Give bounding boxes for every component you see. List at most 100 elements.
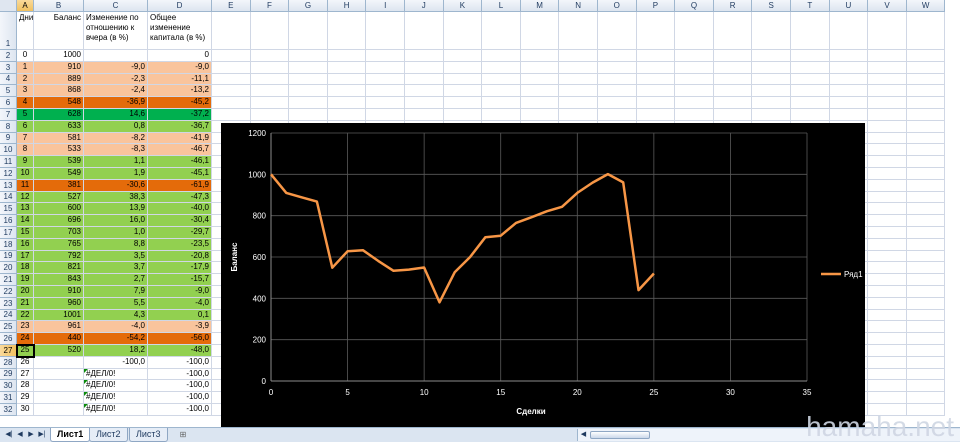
- grid-cell[interactable]: [289, 73, 328, 86]
- first-sheet-icon[interactable]: ◀|: [4, 430, 14, 440]
- grid-cell[interactable]: [868, 12, 907, 50]
- grid-cell[interactable]: [405, 85, 444, 98]
- grid-cell[interactable]: [250, 109, 290, 121]
- row-header[interactable]: 3: [0, 61, 17, 74]
- balance-cell[interactable]: 703: [34, 227, 84, 239]
- grid-cell[interactable]: [868, 191, 907, 204]
- row-header[interactable]: 1: [0, 12, 17, 50]
- grid-cell[interactable]: [829, 12, 869, 50]
- total-change-cell[interactable]: -46,1: [148, 156, 212, 168]
- balance-cell[interactable]: [34, 368, 84, 381]
- day-cell[interactable]: 7: [17, 132, 34, 145]
- total-change-cell[interactable]: -36,7: [148, 120, 212, 133]
- day-cell[interactable]: 4: [17, 97, 34, 109]
- last-sheet-icon[interactable]: ▶|: [37, 430, 47, 440]
- sheet-tab-1[interactable]: Лист1: [50, 428, 91, 442]
- grid-cell[interactable]: [366, 97, 405, 109]
- column-header-a[interactable]: A: [17, 0, 34, 12]
- total-change-cell[interactable]: -100,0: [148, 404, 212, 416]
- grid-cell[interactable]: [906, 356, 946, 369]
- total-change-cell[interactable]: -20,8: [148, 250, 212, 263]
- grid-cell[interactable]: [598, 73, 637, 86]
- grid-cell[interactable]: [212, 97, 251, 109]
- balance-cell[interactable]: 581: [34, 132, 84, 145]
- balance-cell[interactable]: 889: [34, 73, 84, 86]
- grid-cell[interactable]: [636, 97, 676, 109]
- grid-cell[interactable]: [212, 12, 251, 50]
- grid-cell[interactable]: [868, 73, 907, 86]
- grid-cell[interactable]: [752, 85, 791, 98]
- grid-cell[interactable]: [829, 109, 869, 121]
- daily-change-cell[interactable]: 14,6: [84, 109, 148, 121]
- grid-cell[interactable]: [250, 85, 290, 98]
- grid-cell[interactable]: [906, 61, 946, 74]
- grid-cell[interactable]: [327, 73, 367, 86]
- grid-cell[interactable]: [791, 12, 830, 50]
- grid-cell[interactable]: [598, 12, 637, 50]
- balance-cell[interactable]: 600: [34, 203, 84, 216]
- grid-cell[interactable]: [559, 50, 598, 62]
- row-header[interactable]: 27: [0, 345, 17, 357]
- grid-cell[interactable]: [289, 85, 328, 98]
- grid-cell[interactable]: [906, 321, 946, 334]
- grid-cell[interactable]: [366, 50, 405, 62]
- total-change-cell[interactable]: -40,0: [148, 203, 212, 216]
- balance-cell[interactable]: [34, 356, 84, 369]
- grid-cell[interactable]: [906, 392, 946, 404]
- grid-cell[interactable]: [559, 12, 598, 50]
- daily-change-cell[interactable]: #ДЕЛ/0!: [84, 404, 148, 416]
- grid-cell[interactable]: [868, 120, 907, 133]
- day-cell[interactable]: 6: [17, 120, 34, 133]
- balance-cell[interactable]: 1000: [34, 50, 84, 62]
- grid-cell[interactable]: [868, 156, 907, 168]
- total-change-cell[interactable]: -100,0: [148, 356, 212, 369]
- daily-change-cell[interactable]: -2,3: [84, 73, 148, 86]
- day-cell[interactable]: 27: [17, 368, 34, 381]
- total-change-cell[interactable]: -56,0: [148, 333, 212, 345]
- total-change-cell[interactable]: -23,5: [148, 238, 212, 251]
- grid-cell[interactable]: [675, 109, 714, 121]
- grid-cell[interactable]: [868, 132, 907, 145]
- grid-cell[interactable]: [289, 12, 328, 50]
- grid-cell[interactable]: [713, 61, 753, 74]
- grid-cell[interactable]: [520, 61, 560, 74]
- total-change-cell[interactable]: -11,1: [148, 73, 212, 86]
- grid-cell[interactable]: [520, 109, 560, 121]
- grid-cell[interactable]: [791, 97, 830, 109]
- column-header-w[interactable]: W: [906, 0, 946, 12]
- total-change-cell[interactable]: -9,0: [148, 61, 212, 74]
- row-header[interactable]: 22: [0, 286, 17, 298]
- balance-cell[interactable]: 792: [34, 250, 84, 263]
- grid-cell[interactable]: [482, 50, 521, 62]
- daily-change-cell[interactable]: -9,0: [84, 61, 148, 74]
- row-header[interactable]: 5: [0, 85, 17, 98]
- insert-sheet-icon[interactable]: ⊞: [176, 429, 190, 441]
- column-header-u[interactable]: U: [829, 0, 869, 12]
- grid-cell[interactable]: [675, 85, 714, 98]
- row-header[interactable]: 25: [0, 321, 17, 334]
- grid-cell[interactable]: [443, 61, 483, 74]
- balance-cell[interactable]: 628: [34, 109, 84, 121]
- balance-cell[interactable]: 539: [34, 156, 84, 168]
- day-cell[interactable]: 15: [17, 227, 34, 239]
- grid-cell[interactable]: [868, 297, 907, 310]
- grid-cell[interactable]: [791, 61, 830, 74]
- grid-cell[interactable]: [868, 144, 907, 157]
- day-cell[interactable]: 30: [17, 404, 34, 416]
- day-cell[interactable]: 29: [17, 392, 34, 404]
- balance-line-chart[interactable]: 0 200 400 600 800 1000 1200 0 5 10 15 20 25 30 35 Сделк…: [221, 123, 865, 427]
- total-change-cell[interactable]: -37,2: [148, 109, 212, 121]
- daily-change-cell[interactable]: #ДЕЛ/0!: [84, 392, 148, 404]
- day-cell[interactable]: 28: [17, 380, 34, 393]
- grid-cell[interactable]: [868, 392, 907, 404]
- day-cell[interactable]: 26: [17, 356, 34, 369]
- grid-cell[interactable]: [906, 144, 946, 157]
- grid-cell[interactable]: [250, 12, 290, 50]
- daily-change-cell[interactable]: -4,0: [84, 321, 148, 334]
- grid-cell[interactable]: [713, 85, 753, 98]
- grid-cell[interactable]: [752, 97, 791, 109]
- balance-cell[interactable]: [34, 380, 84, 393]
- row-header[interactable]: 29: [0, 368, 17, 381]
- grid-cell[interactable]: [906, 345, 946, 357]
- balance-cell[interactable]: [34, 392, 84, 404]
